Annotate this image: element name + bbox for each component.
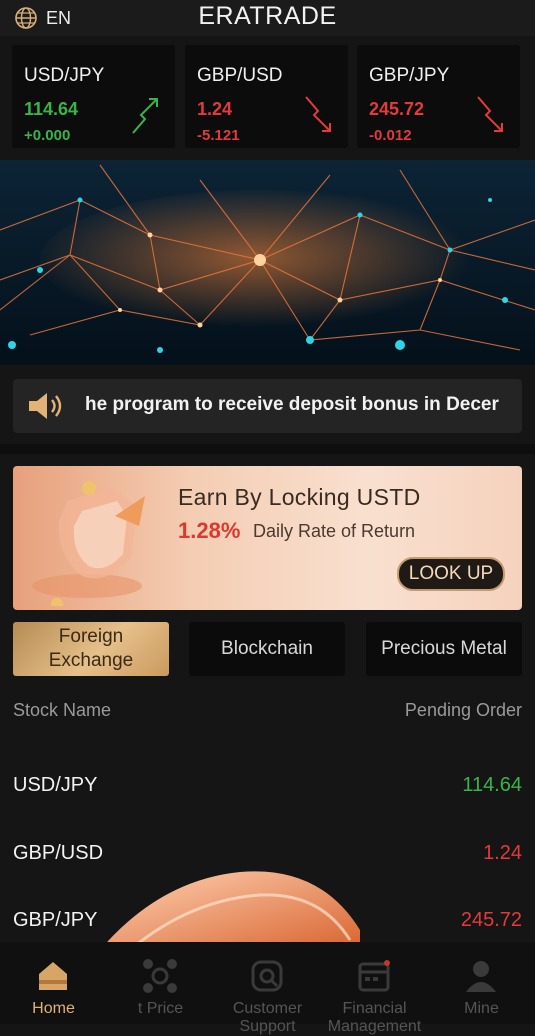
bottom-nav: Home t Price Customer Support Financial … — [0, 942, 535, 1035]
quote-change: -5.121 — [197, 127, 240, 144]
nav-home[interactable]: Home — [0, 942, 107, 1024]
tab-blockchain[interactable]: Blockchain — [189, 622, 345, 676]
nav-financial-management[interactable]: Financial Management — [321, 942, 428, 1035]
nav-customer-support[interactable]: Customer Support — [214, 942, 321, 1035]
trend-down-icon — [305, 96, 331, 132]
quote-change: +0.000 — [24, 127, 71, 144]
home-icon — [39, 962, 67, 990]
list-item[interactable]: GBP/USD 1.24 — [13, 832, 522, 872]
tab-label: Precious Metal — [381, 638, 507, 659]
tab-foreign-exchange[interactable]: Foreign Exchange — [13, 622, 169, 676]
pending-order-value: 1.24 — [483, 842, 522, 864]
look-up-button[interactable]: LOOK UP — [397, 557, 505, 591]
hero-banner[interactable] — [0, 160, 535, 365]
section-divider — [0, 444, 535, 454]
nav-market-price[interactable]: t Price — [107, 942, 214, 1024]
quote-price: 245.72 — [369, 99, 425, 119]
quote-pair: USD/JPY — [24, 65, 105, 86]
nav-label: Financial Management — [327, 1000, 422, 1035]
nav-label: Customer Support — [232, 1000, 303, 1035]
column-pending-order: Pending Order — [404, 700, 522, 720]
quote-card-gbp-usd[interactable]: GBP/USD 1.24 -5.121 — [185, 45, 348, 148]
list-item[interactable]: USD/JPY 114.64 — [13, 764, 522, 804]
category-tabs: Foreign Exchange Blockchain Precious Met… — [13, 622, 522, 676]
top-bar: EN ERATRADE — [0, 0, 535, 36]
user-icon — [466, 961, 496, 992]
nav-label: Home — [32, 1000, 75, 1017]
stock-name: GBP/JPY — [13, 909, 98, 931]
market-icon — [143, 959, 177, 993]
column-stock-name: Stock Name — [13, 700, 112, 720]
quote-cards: USD/JPY 114.64 +0.000 GBP/USD 1.24 -5.12… — [0, 36, 535, 156]
shield-coin-illustration — [32, 481, 145, 606]
stock-name: GBP/USD — [13, 842, 104, 864]
list-header: Stock Name Pending Order — [13, 700, 522, 726]
tab-label: Foreign Exchange — [48, 626, 134, 671]
quote-price: 114.64 — [24, 99, 79, 119]
promo-rate: 1.28% — [178, 518, 241, 543]
pending-order-value: 245.72 — [460, 909, 522, 931]
quote-change: -0.012 — [369, 127, 412, 144]
support-icon — [251, 960, 283, 992]
stock-name: USD/JPY — [13, 774, 98, 796]
tab-precious-metal[interactable]: Precious Metal — [366, 622, 522, 676]
announcement-bar[interactable]: he program to receive deposit bonus in D… — [13, 379, 522, 433]
pending-order-value: 114.64 — [462, 774, 522, 796]
quote-card-usd-jpy[interactable]: USD/JPY 114.64 +0.000 — [12, 45, 175, 148]
nav-label: Mine — [464, 1000, 499, 1017]
promo-title: Earn By Locking USTD — [178, 484, 421, 510]
promo-rate-label: Daily Rate of Return — [253, 521, 416, 541]
announcement-text: he program to receive deposit bonus in D… — [85, 394, 499, 415]
quote-card-gbp-jpy[interactable]: GBP/JPY 245.72 -0.012 — [357, 45, 520, 148]
finance-icon — [358, 960, 390, 992]
app-title: ERATRADE — [198, 2, 337, 30]
list-item[interactable]: GBP/JPY 245.72 — [13, 899, 522, 939]
nav-mine[interactable]: Mine — [428, 942, 535, 1024]
quote-price: 1.24 — [197, 99, 233, 119]
promo-banner[interactable]: Earn By Locking USTD 1.28% Daily Rate of… — [13, 466, 522, 610]
quote-pair: GBP/JPY — [369, 65, 450, 86]
quote-pair: GBP/USD — [197, 65, 283, 86]
speaker-icon — [29, 393, 62, 419]
nav-label: t Price — [137, 1000, 184, 1017]
tab-label: Blockchain — [221, 638, 313, 659]
trend-down-icon — [477, 96, 503, 132]
trend-up-icon — [132, 98, 158, 134]
